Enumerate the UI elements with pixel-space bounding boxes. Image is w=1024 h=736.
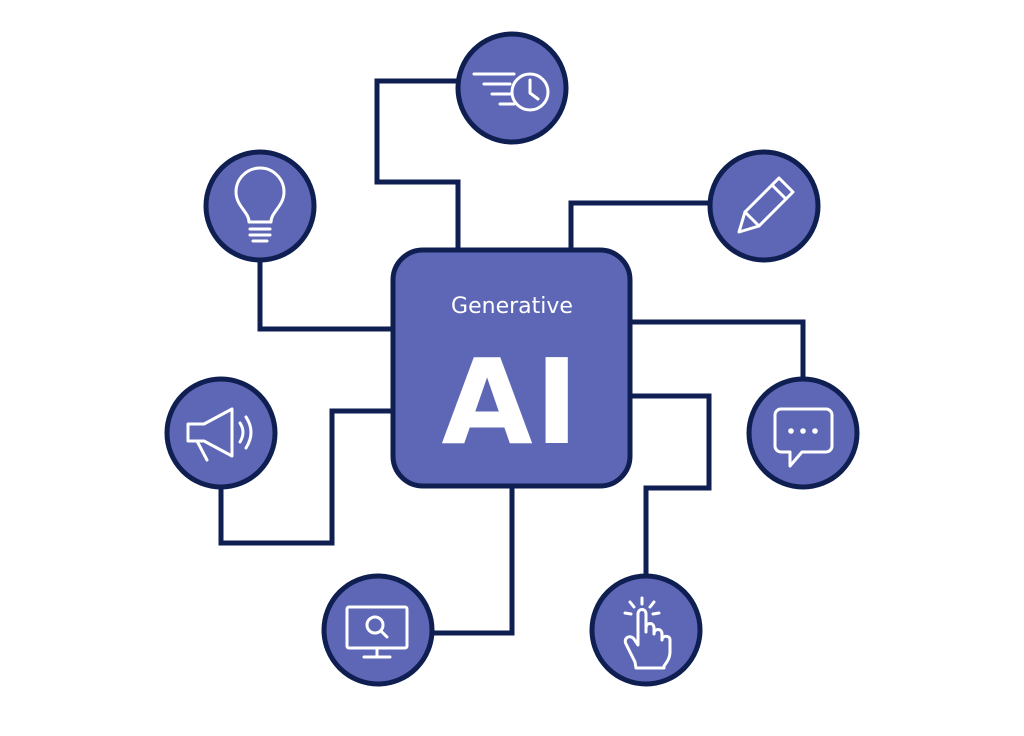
chat-dots xyxy=(788,428,818,434)
node-monitor xyxy=(321,573,435,687)
connector-lightbulb xyxy=(257,262,392,332)
node-pencil xyxy=(707,149,821,263)
connector-monitor xyxy=(432,486,515,636)
hub-title: AI xyxy=(441,333,580,471)
ai-hub: Generative AI xyxy=(390,247,633,489)
connector-pencil xyxy=(568,200,710,250)
node-megaphone xyxy=(164,376,278,490)
generative-ai-diagram: Generative AI xyxy=(164,31,860,687)
connector-clock xyxy=(374,78,461,250)
hub-subtitle: Generative xyxy=(451,294,573,319)
connector-hand xyxy=(630,393,712,578)
connector-chat xyxy=(630,319,806,378)
